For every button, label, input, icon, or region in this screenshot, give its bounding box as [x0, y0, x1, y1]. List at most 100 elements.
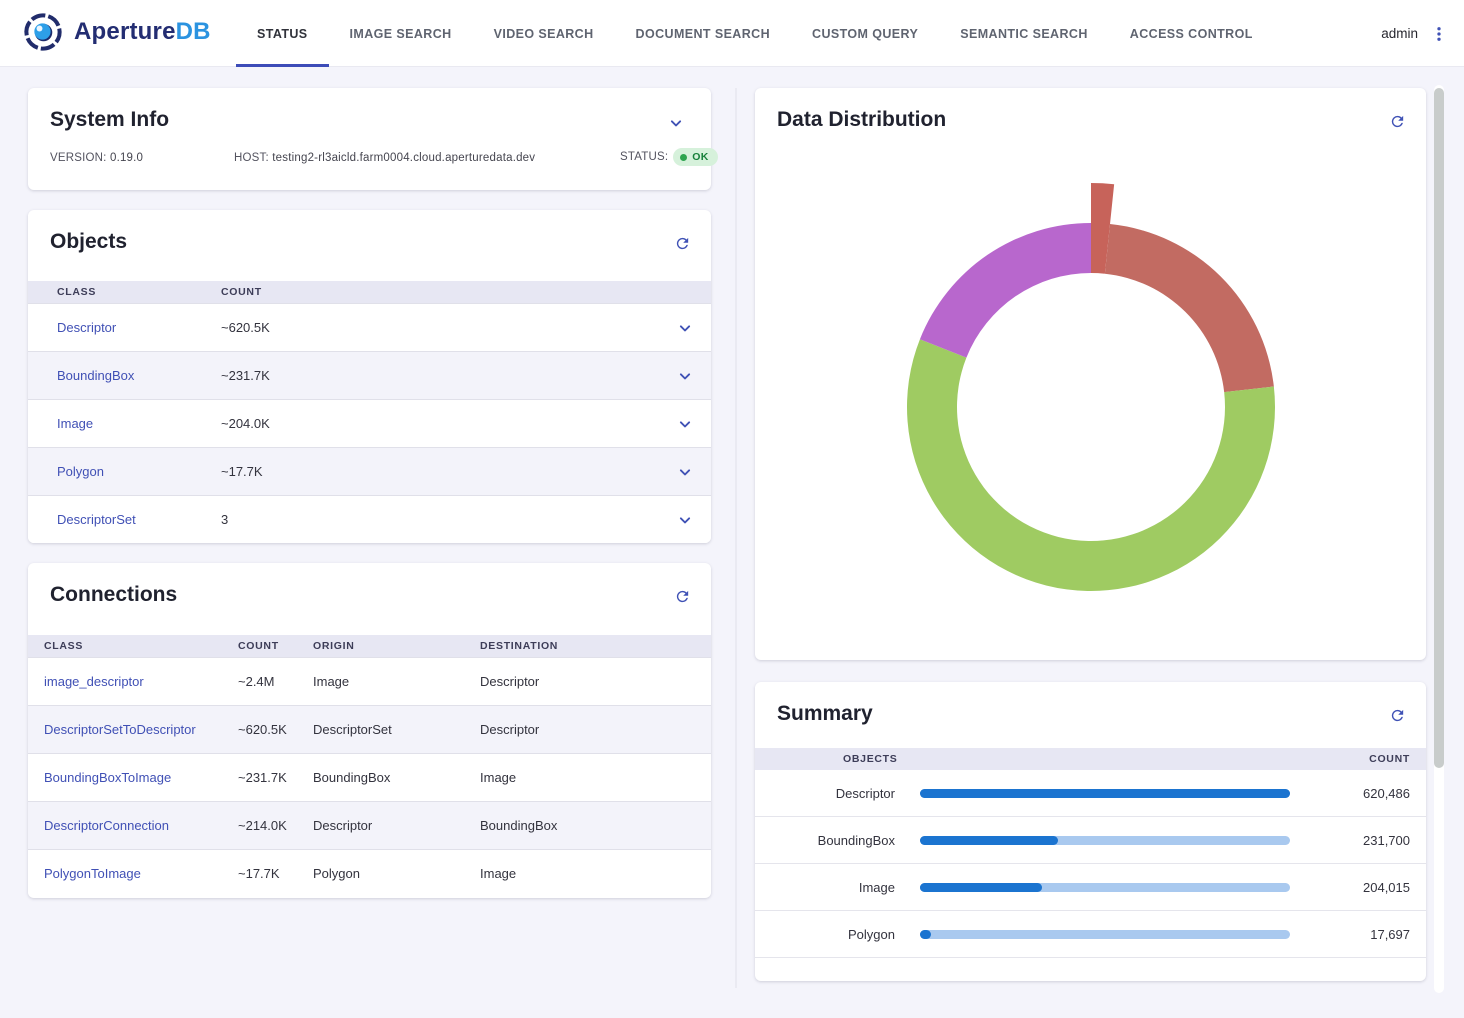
object-class-link[interactable]: Image: [28, 416, 221, 431]
scrollbar-thumb[interactable]: [1434, 88, 1444, 768]
nav-item-custom-query[interactable]: CUSTOM QUERY: [791, 0, 939, 67]
connection-destination: Image: [480, 866, 711, 881]
system-info-card: System Info VERSION: 0.19.0 HOST: testin…: [28, 88, 711, 190]
collapse-button[interactable]: [665, 112, 687, 134]
host-label: HOST:: [234, 152, 269, 164]
donut-slice-descriptor[interactable]: [907, 339, 1275, 591]
summary-table-body: Descriptor620,486BoundingBox231,700Image…: [755, 770, 1426, 958]
objects-table-body: Descriptor~620.5KBoundingBox~231.7KImage…: [28, 303, 711, 543]
column-header-objects: OBJECTS: [843, 753, 898, 765]
version-field: VERSION: 0.19.0: [50, 152, 143, 164]
nav-item-document-search[interactable]: DOCUMENT SEARCH: [615, 0, 791, 67]
system-info-title: System Info: [50, 108, 169, 132]
donut-slice-image[interactable]: [920, 223, 1091, 358]
connections-table-row: DescriptorSetToDescriptor~620.5KDescript…: [28, 705, 711, 753]
summary-bar-track: [920, 883, 1290, 892]
brand-logo[interactable]: ApertureDB: [22, 11, 211, 53]
summary-bar-track: [920, 789, 1290, 798]
connection-destination: Descriptor: [480, 674, 711, 689]
summary-table-row: Polygon17,697: [755, 911, 1426, 958]
objects-table-row: DescriptorSet3: [28, 495, 711, 543]
connection-count: ~231.7K: [238, 770, 313, 785]
connections-table-header: CLASSCOUNTORIGINDESTINATION: [28, 635, 711, 657]
summary-bar-fill: [920, 883, 1042, 892]
object-class-link[interactable]: DescriptorSet: [28, 512, 221, 527]
objects-card: Objects CLASSCOUNT Descriptor~620.5K Boun…: [28, 210, 711, 543]
nav-item-access-control[interactable]: ACCESS CONTROL: [1109, 0, 1274, 67]
chevron-down-icon: [675, 318, 695, 338]
expand-row-button[interactable]: [673, 460, 697, 484]
column-header-destination: DESTINATION: [480, 640, 711, 652]
version-value: 0.19.0: [110, 152, 143, 164]
nav-item-image-search[interactable]: IMAGE SEARCH: [329, 0, 473, 67]
chevron-down-icon: [675, 366, 695, 386]
connections-refresh-button[interactable]: [671, 585, 693, 607]
connections-card: Connections CLASSCOUNTORIGINDESTINATION …: [28, 563, 711, 898]
summary-bar-track: [920, 836, 1290, 845]
connection-origin: Polygon: [313, 866, 480, 881]
summary-object-label: Descriptor: [755, 786, 895, 801]
connections-title: Connections: [50, 583, 177, 607]
chevron-down-icon: [666, 113, 686, 133]
donut-chart: [755, 88, 1426, 660]
expand-row-button[interactable]: [673, 412, 697, 436]
connection-class-link[interactable]: image_descriptor: [28, 674, 238, 689]
status-field: STATUS: OK: [620, 148, 718, 166]
objects-table-row: Image~204.0K: [28, 399, 711, 447]
connection-origin: DescriptorSet: [313, 722, 480, 737]
nav-item-semantic-search[interactable]: SEMANTIC SEARCH: [939, 0, 1109, 67]
objects-table-header: CLASSCOUNT: [28, 281, 711, 303]
top-nav-bar: ApertureDB STATUSIMAGE SEARCHVIDEO SEARC…: [0, 0, 1464, 67]
expand-row-button[interactable]: [673, 364, 697, 388]
refresh-icon: [1389, 707, 1406, 724]
object-class-link[interactable]: Polygon: [28, 464, 221, 479]
objects-title: Objects: [50, 230, 127, 254]
status-ok-dot-icon: [680, 154, 687, 161]
summary-title: Summary: [777, 702, 873, 726]
summary-bar-track: [920, 930, 1290, 939]
summary-card: Summary OBJECTSCOUNT Descriptor620,486Bo…: [755, 682, 1426, 981]
object-class-link[interactable]: BoundingBox: [28, 368, 221, 383]
expand-row-button[interactable]: [673, 316, 697, 340]
refresh-icon: [674, 235, 691, 252]
object-count: ~204.0K: [221, 416, 551, 431]
kebab-menu-button[interactable]: [1428, 20, 1450, 48]
connection-class-link[interactable]: PolygonToImage: [28, 866, 238, 881]
aperture-logo-icon: [22, 11, 64, 53]
summary-table-row: Descriptor620,486: [755, 770, 1426, 817]
objects-table-row: Polygon~17.7K: [28, 447, 711, 495]
connections-table-body: image_descriptor~2.4MImageDescriptorDesc…: [28, 657, 711, 897]
column-header-class: CLASS: [28, 640, 238, 652]
brand-name-secondary: DB: [176, 18, 211, 45]
user-label: admin: [1381, 26, 1418, 41]
chevron-down-icon: [675, 462, 695, 482]
connections-table-row: image_descriptor~2.4MImageDescriptor: [28, 657, 711, 705]
expand-row-button[interactable]: [673, 508, 697, 532]
chevron-down-icon: [675, 414, 695, 434]
connection-class-link[interactable]: BoundingBoxToImage: [28, 770, 238, 785]
connections-table-row: PolygonToImage~17.7KPolygonImage: [28, 849, 711, 897]
connection-destination: BoundingBox: [480, 818, 711, 833]
connection-class-link[interactable]: DescriptorConnection: [28, 818, 238, 833]
object-count: ~17.7K: [221, 464, 551, 479]
version-label: VERSION:: [50, 152, 107, 164]
summary-refresh-button[interactable]: [1386, 704, 1408, 726]
object-count: ~620.5K: [221, 320, 551, 335]
system-info-fields: VERSION: 0.19.0 HOST: testing2-rl3aicld.…: [28, 146, 711, 172]
connection-count: ~17.7K: [238, 866, 313, 881]
column-header-origin: ORIGIN: [313, 640, 480, 652]
object-class-link[interactable]: Descriptor: [28, 320, 221, 335]
connection-count: ~620.5K: [238, 722, 313, 737]
nav-item-video-search[interactable]: VIDEO SEARCH: [473, 0, 615, 67]
donut-slice-boundingbox[interactable]: [1105, 224, 1274, 392]
connection-class-link[interactable]: DescriptorSetToDescriptor: [28, 722, 238, 737]
connection-count: ~214.0K: [238, 818, 313, 833]
nav-item-status[interactable]: STATUS: [236, 0, 329, 67]
column-header-count: COUNT: [221, 286, 551, 298]
connection-origin: BoundingBox: [313, 770, 480, 785]
host-field: HOST: testing2-rl3aicld.farm0004.cloud.a…: [234, 152, 535, 164]
connection-destination: Image: [480, 770, 711, 785]
connection-origin: Descriptor: [313, 818, 480, 833]
objects-refresh-button[interactable]: [671, 232, 693, 254]
summary-count-value: 204,015: [1290, 880, 1426, 895]
